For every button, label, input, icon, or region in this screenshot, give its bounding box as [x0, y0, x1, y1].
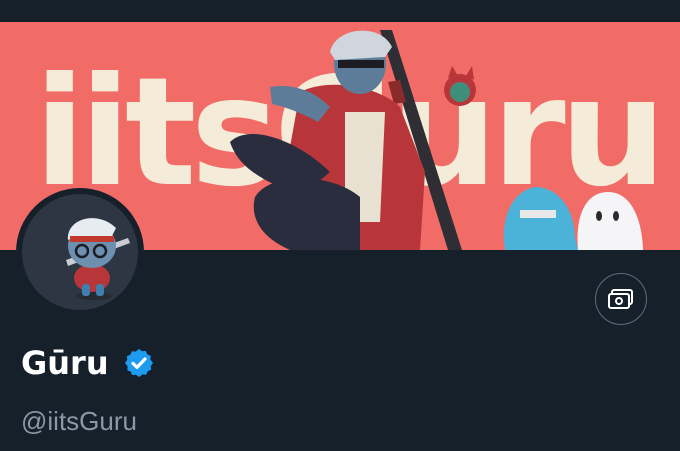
banknote-button[interactable]: [595, 273, 647, 325]
top-bar: [0, 0, 680, 22]
user-handle: @iitsGuru: [21, 406, 137, 436]
name-row: Gūru: [21, 343, 155, 383]
profile-avatar[interactable]: [16, 188, 144, 316]
banknote-icon: [608, 289, 633, 309]
avatar-image: [22, 194, 138, 310]
display-name: Gūru: [21, 344, 109, 382]
verified-badge-icon[interactable]: [123, 347, 155, 379]
